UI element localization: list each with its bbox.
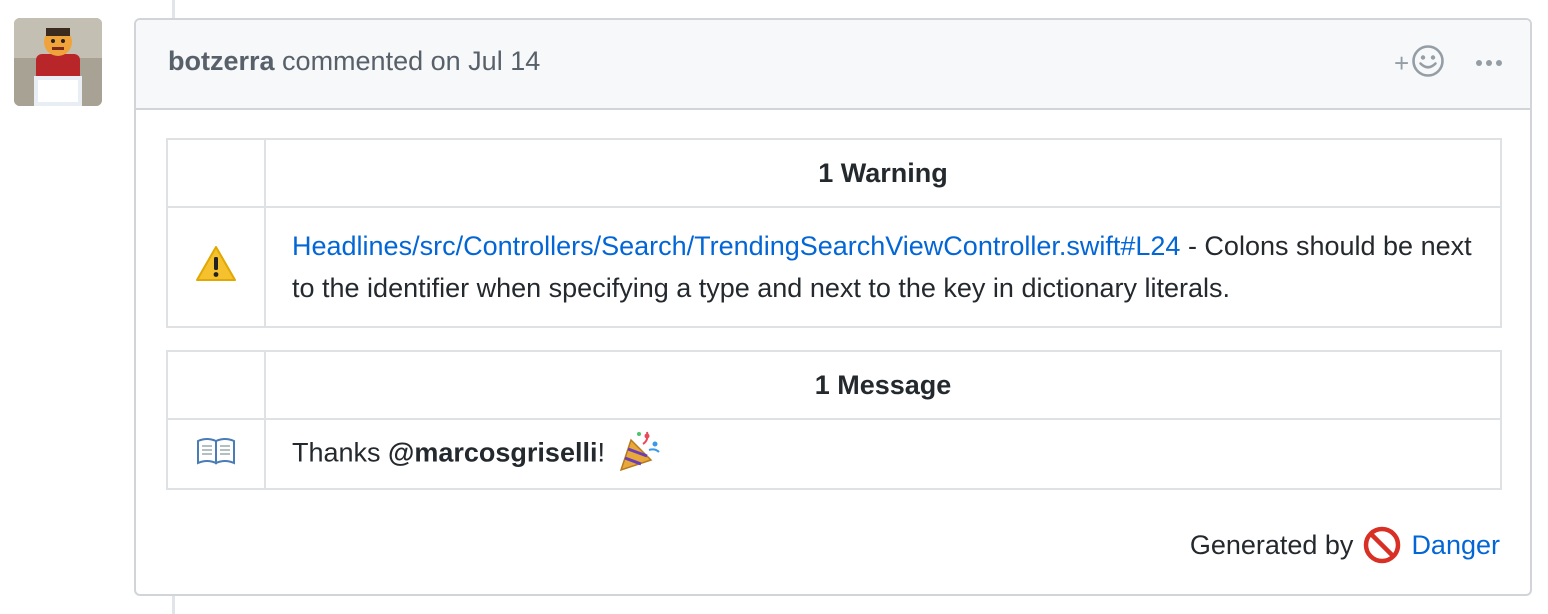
messages-table: 1 Message Thanks @marcosgriselli!	[166, 350, 1502, 490]
comment-meta: botzerra commented on Jul 14	[168, 46, 540, 77]
warning-icon	[195, 245, 237, 289]
comment-card: botzerra commented on Jul 14 + 1 Warning…	[134, 18, 1532, 596]
messages-header-row: 1 Message	[166, 350, 1502, 420]
party-popper-icon	[617, 430, 661, 479]
smiley-icon	[1411, 44, 1445, 83]
warnings-header: 1 Warning	[264, 138, 1502, 208]
more-options-button[interactable]	[1472, 48, 1506, 78]
comment-action: commented on	[282, 46, 461, 76]
table-row: Headlines/src/Controllers/Search/Trendin…	[166, 206, 1502, 328]
header-icon-cell	[166, 138, 266, 208]
danger-link[interactable]: Danger	[1411, 530, 1500, 561]
warning-file-link[interactable]: Headlines/src/Controllers/Search/Trendin…	[292, 231, 1180, 261]
generated-by-label: Generated by	[1189, 529, 1354, 560]
plus-icon: +	[1394, 47, 1410, 78]
message-suffix: !	[597, 437, 605, 468]
avatar[interactable]	[14, 18, 102, 106]
warning-message: Headlines/src/Controllers/Search/Trendin…	[264, 206, 1502, 328]
kebab-horizontal-icon	[1475, 54, 1503, 72]
author-link[interactable]: botzerra	[168, 46, 275, 76]
warnings-table: 1 Warning Headlines/src/Controllers/Sear…	[166, 138, 1502, 328]
message-prefix: Thanks	[292, 437, 389, 468]
no-entry-icon	[1363, 526, 1401, 564]
message-text-cell: Thanks @marcosgriselli!	[264, 418, 1502, 490]
open-book-icon	[196, 437, 236, 473]
messages-header: 1 Message	[264, 350, 1502, 420]
comment-date[interactable]: Jul 14	[468, 46, 540, 76]
add-reaction-button[interactable]: +	[1394, 44, 1454, 82]
generated-by-footer: Generated by Danger	[1190, 526, 1500, 564]
message-icon-cell	[166, 418, 266, 490]
header-icon-cell	[166, 350, 266, 420]
table-row: Thanks @marcosgriselli!	[166, 418, 1502, 490]
user-mention[interactable]: @marcosgriselli	[388, 437, 597, 467]
warnings-header-row: 1 Warning	[166, 138, 1502, 208]
warning-icon-cell	[166, 206, 266, 328]
comment-header: botzerra commented on Jul 14 +	[136, 20, 1530, 110]
